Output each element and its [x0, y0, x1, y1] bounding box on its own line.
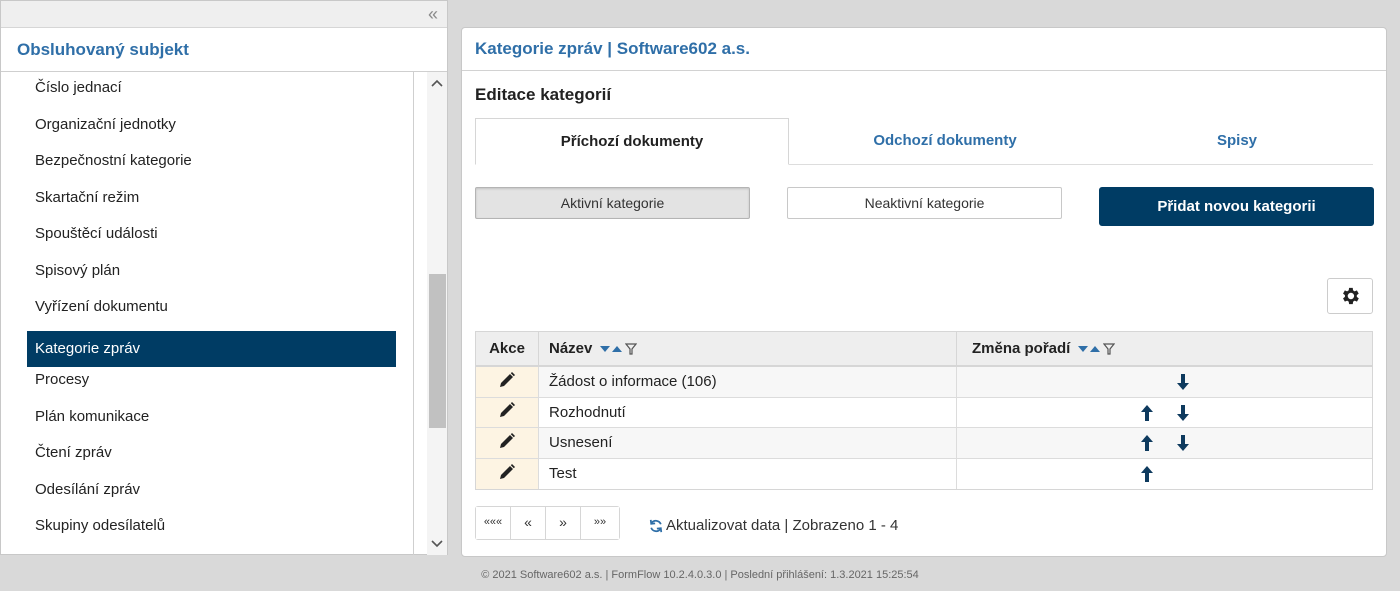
table-row: Žádost o informace (106)	[476, 367, 1372, 398]
pencil-icon	[498, 401, 516, 423]
sidebar-item[interactable]: Kategorie zpráv	[27, 330, 396, 367]
move-up-icon[interactable]	[1140, 434, 1154, 452]
sidebar-item[interactable]: Vyřízení dokumentu	[27, 294, 396, 331]
table-row: Test	[476, 458, 1372, 490]
tab-incoming[interactable]: Příchozí dokumenty	[475, 118, 789, 165]
filter-icon[interactable]	[1103, 342, 1116, 355]
move-up-icon[interactable]	[1140, 465, 1154, 483]
move-down-icon[interactable]	[1176, 373, 1190, 391]
sidebar-item[interactable]: Čtení zpráv	[27, 440, 396, 477]
scroll-down-icon[interactable]	[427, 535, 447, 553]
sidebar-item[interactable]: Organizační jednotky	[27, 112, 396, 149]
collapse-bar: «	[1, 1, 447, 28]
pencil-icon	[498, 371, 516, 393]
sidebar-item[interactable]: Bezpečnostní kategorie	[27, 148, 396, 185]
prev-page-button[interactable]: «	[511, 507, 546, 539]
page-title: Kategorie zpráv | Software602 a.s.	[462, 28, 1386, 71]
pencil-icon	[498, 432, 516, 454]
tab-files[interactable]: Spisy	[1101, 118, 1373, 165]
footer: © 2021 Software602 a.s. | FormFlow 10.2.…	[481, 569, 919, 581]
left-panel-title: Obsluhovaný subjekt	[1, 28, 447, 72]
pencil-icon	[498, 463, 516, 485]
table-row: Rozhodnutí	[476, 397, 1372, 428]
pager: ««« « » »»	[475, 506, 620, 540]
edit-button[interactable]	[476, 397, 539, 427]
sidebar-item[interactable]: Procesy	[27, 367, 396, 404]
header-nazev[interactable]: Název	[539, 332, 957, 365]
row-name: Test	[539, 458, 957, 489]
sidebar-item[interactable]: Plán komunikace	[27, 404, 396, 441]
refresh-text: Aktualizovat data | Zobrazeno 1 - 4	[666, 517, 899, 534]
scroll-up-icon[interactable]	[427, 74, 447, 92]
scroll-thumb[interactable]	[429, 274, 446, 428]
last-page-button[interactable]: »»	[581, 507, 619, 539]
collapse-panel-icon[interactable]: «	[425, 4, 441, 24]
active-categories-button[interactable]: Aktivní kategorie	[475, 187, 750, 219]
filter-icon[interactable]	[625, 342, 638, 355]
sidebar-item[interactable]: Spisový plán	[27, 258, 396, 295]
sidebar-item[interactable]: Skupiny odesílatelů	[27, 513, 396, 550]
sidebar-item[interactable]: Skartační režim	[27, 185, 396, 222]
table-row: Usnesení	[476, 428, 1372, 459]
refresh-link[interactable]: Aktualizovat data | Zobrazeno 1 - 4	[649, 517, 898, 534]
edit-button[interactable]	[476, 367, 539, 397]
move-down-icon[interactable]	[1176, 404, 1190, 422]
row-order	[957, 367, 1372, 397]
section-title: Editace kategorií	[475, 85, 612, 104]
edit-button[interactable]	[476, 458, 539, 489]
refresh-icon	[649, 519, 663, 532]
gear-icon	[1343, 287, 1359, 305]
header-zmena-label: Změna pořadí	[972, 340, 1071, 357]
categories-table: Akce Název Změna pořadí Žádost o informa…	[475, 331, 1373, 490]
row-name: Usnesení	[539, 428, 957, 458]
header-akce: Akce	[476, 332, 539, 365]
tabs: Příchozí dokumenty Odchozí dokumenty Spi…	[475, 118, 1373, 165]
sort-icon[interactable]	[600, 342, 638, 355]
sidebar-item[interactable]: Číslo jednací	[27, 75, 396, 112]
sidebar-item[interactable]: Odesílání zpráv	[27, 477, 396, 514]
row-order	[957, 398, 1372, 428]
first-page-button[interactable]: «««	[476, 507, 511, 539]
header-zmena[interactable]: Změna pořadí	[957, 332, 1372, 365]
menu-scrollbar[interactable]	[427, 72, 447, 555]
sidebar-item[interactable]: Spouštěcí události	[27, 221, 396, 258]
move-up-icon[interactable]	[1140, 404, 1154, 422]
menu-list: Číslo jednací Organizační jednotky Bezpečn…	[1, 72, 413, 550]
row-name: Žádost o informace (106)	[539, 367, 957, 397]
header-nazev-label: Název	[549, 340, 593, 357]
inactive-categories-button[interactable]: Neaktivní kategorie	[787, 187, 1062, 219]
menu-container: Číslo jednací Organizační jednotky Bezpečn…	[1, 72, 414, 555]
row-name: Rozhodnutí	[539, 397, 957, 427]
left-panel: « Obsluhovaný subjekt Číslo jednací Organ…	[0, 0, 448, 555]
next-page-button[interactable]: »	[546, 507, 581, 539]
row-order	[957, 459, 1372, 490]
table-body: Žádost o informace (106) Rozhodnutí Usnese…	[476, 367, 1372, 489]
main-panel: Kategorie zpráv | Software602 a.s. Edita…	[461, 27, 1387, 557]
tab-outgoing[interactable]: Odchozí dokumenty	[789, 118, 1101, 165]
move-down-icon[interactable]	[1176, 434, 1190, 452]
table-header: Akce Název Změna pořadí	[476, 332, 1372, 367]
sort-icon[interactable]	[1078, 342, 1116, 355]
add-category-button[interactable]: Přidat novou kategorii	[1099, 187, 1374, 226]
row-order	[957, 428, 1372, 458]
edit-button[interactable]	[476, 428, 539, 458]
settings-button[interactable]	[1327, 278, 1373, 314]
